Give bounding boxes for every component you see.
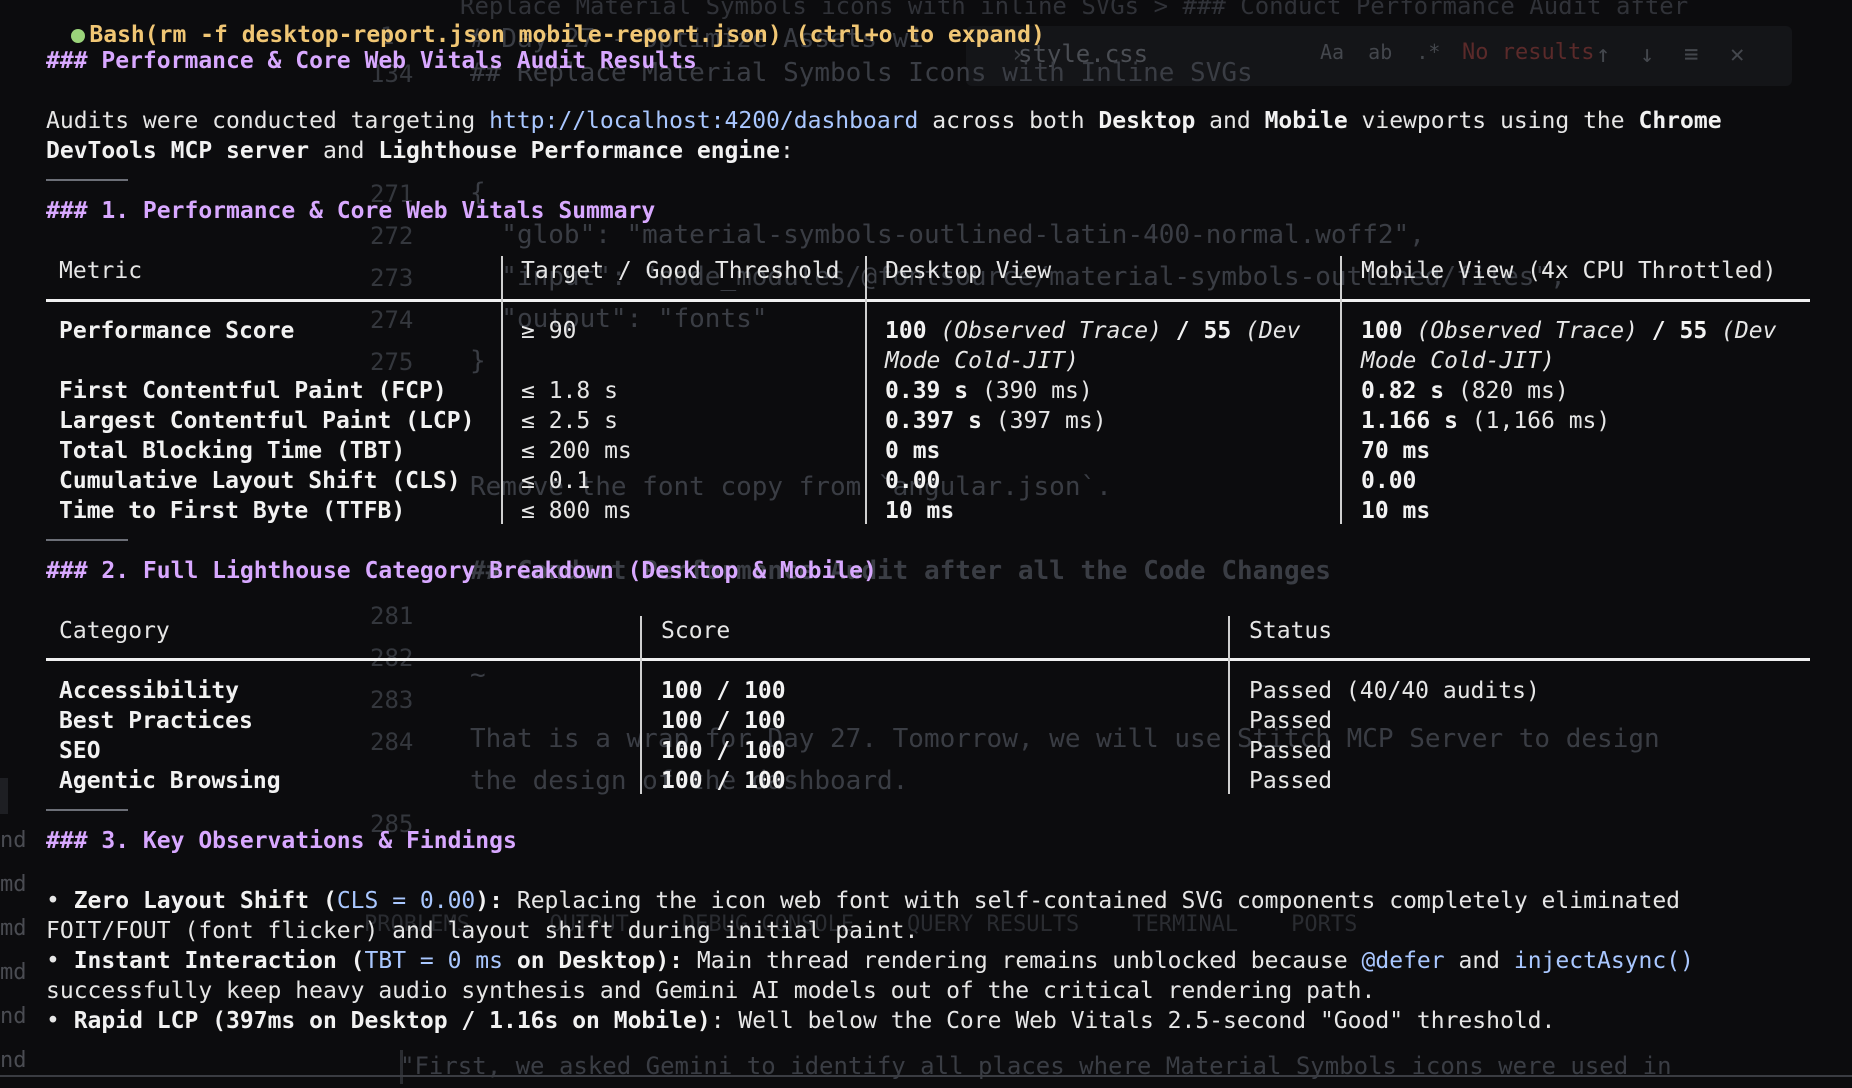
column-separator [501, 256, 503, 524]
column-separator [865, 256, 867, 524]
finding-1: • Zero Layout Shift (CLS = 0.00): Replac… [46, 888, 1681, 914]
table-row: Accessibility [59, 678, 240, 704]
col-header-mobile: Mobile View (4x CPU Throttled) [1361, 258, 1777, 284]
col-header-score: Score [661, 618, 731, 644]
table-row: First Contentful Paint (FCP) [59, 378, 447, 404]
page-title: ### Performance & Core Web Vitals Audit … [46, 48, 697, 74]
finding-3: • Rapid LCP (397ms on Desktop / 1.16s on… [46, 1008, 1556, 1034]
table-header-rule [46, 299, 1810, 302]
col-header-status: Status [1249, 618, 1333, 644]
col-header-category: Category [59, 618, 170, 644]
table-row: SEO [59, 738, 101, 764]
section-2-heading: ### 2. Full Lighthouse Category Breakdow… [46, 558, 877, 584]
table-row: Cumulative Layout Shift (CLS) [59, 468, 461, 494]
divider [46, 539, 128, 541]
intro-line-2: DevTools MCP server and Lighthouse Perfo… [46, 138, 794, 164]
section-3-heading: ### 3. Key Observations & Findings [46, 828, 517, 854]
intro-line-1: Audits were conducted targeting http://l… [46, 108, 1722, 134]
col-header-desktop: Desktop View [885, 258, 1052, 284]
section-1-heading: ### 1. Performance & Core Web Vitals Sum… [46, 198, 656, 224]
divider [46, 809, 128, 811]
table-row: Total Blocking Time (TBT) [59, 438, 406, 464]
finding-2: • Instant Interaction (TBT = 0 ms on Des… [46, 948, 1694, 974]
table-row: Largest Contentful Paint (LCP) [59, 408, 475, 434]
table-row: Performance Score [59, 318, 295, 344]
table-row: Time to First Byte (TTFB) [59, 498, 406, 524]
divider [46, 179, 128, 181]
col-header-target: Target / Good Threshold [521, 258, 840, 284]
table-header-rule [46, 658, 1810, 661]
command-text: Bash(rm -f desktop-report.json mobile-re… [89, 22, 1045, 48]
column-separator [1228, 616, 1230, 794]
terminal-output: Bash(rm -f desktop-report.json mobile-re… [0, 0, 1852, 1088]
status-dot-icon [71, 28, 86, 43]
table-row: Best Practices [59, 708, 253, 734]
column-separator [1340, 256, 1342, 524]
column-separator [640, 616, 642, 794]
dashboard-link[interactable]: http://localhost:4200/dashboard [489, 108, 918, 134]
col-header-metric: Metric [59, 258, 143, 284]
table-row: Agentic Browsing [59, 768, 281, 794]
